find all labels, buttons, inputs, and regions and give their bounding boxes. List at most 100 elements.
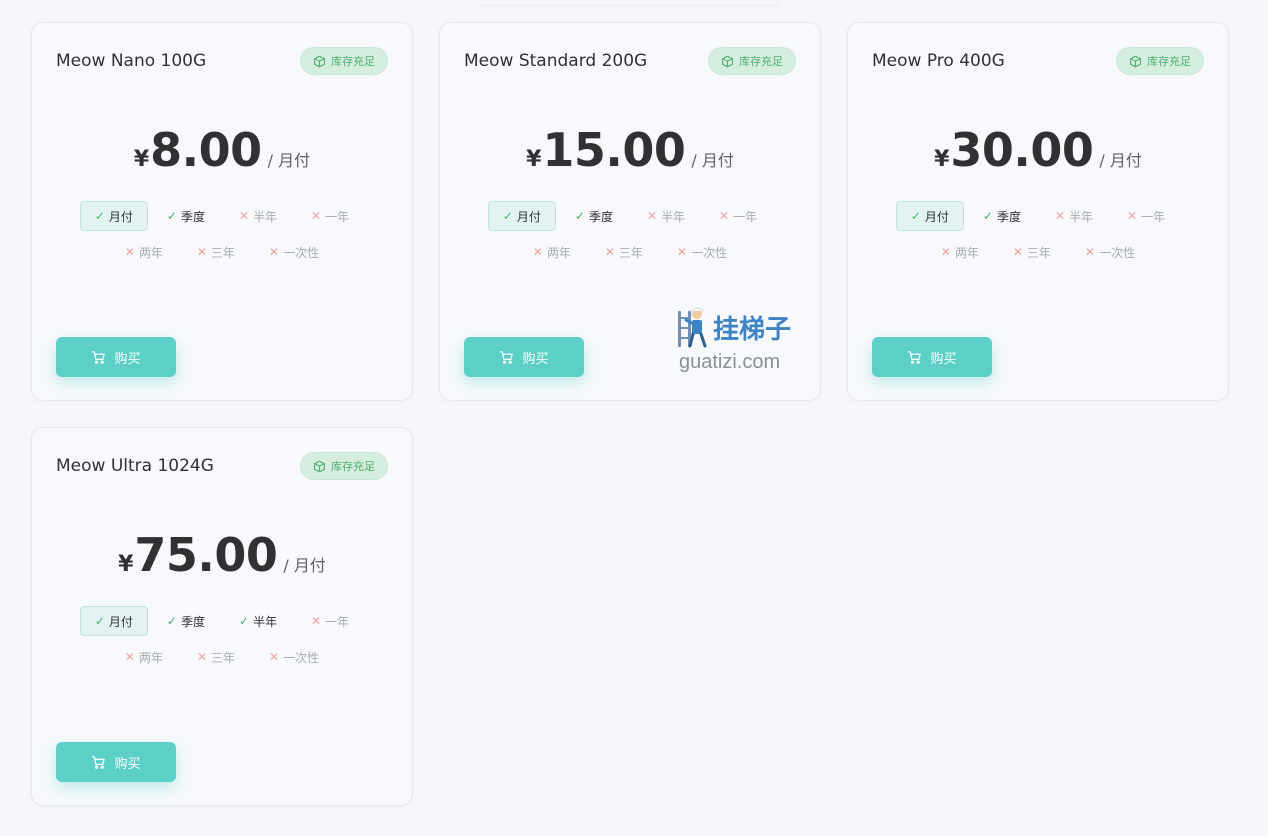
x-icon: ✕ — [124, 245, 135, 259]
cycle-option: ✕ 三年 — [182, 642, 250, 672]
cycle-label: 月付 — [108, 614, 133, 629]
cycle-option: ✕ 一年 — [704, 201, 772, 231]
plan-title: Meow Nano 100G — [56, 51, 207, 71]
box-icon — [314, 55, 325, 67]
cycle-option: ✕ 一次性 — [254, 237, 334, 267]
x-icon: ✕ — [677, 245, 688, 259]
price-period: / 月付 — [691, 151, 734, 170]
watermark-en-text: guatizi.com — [679, 351, 781, 373]
ladder-person-icon — [678, 307, 707, 348]
cycle-option[interactable]: ✓ 季度 — [152, 606, 220, 636]
cycle-label: 两年 — [138, 650, 163, 665]
cycle-label: 一次性 — [283, 650, 320, 665]
cycle-option[interactable]: ✓ 季度 — [968, 201, 1036, 231]
cycle-label: 半年 — [661, 209, 686, 224]
cycle-option[interactable]: ✓ 月付 — [487, 201, 556, 231]
cycle-option: ✕ 半年 — [224, 201, 292, 231]
stock-label: 库存充足 — [1147, 55, 1191, 68]
price-amount: 8.00 — [150, 123, 262, 177]
box-icon — [1130, 55, 1141, 67]
plan-title: Meow Standard 200G — [464, 51, 648, 71]
buy-button[interactable]: 购买 — [56, 742, 176, 782]
cart-icon — [500, 350, 514, 364]
x-icon: ✕ — [1127, 209, 1138, 223]
x-icon: ✕ — [940, 245, 951, 259]
check-icon: ✓ — [502, 209, 513, 223]
x-icon: ✕ — [124, 650, 135, 664]
plan-title: Meow Pro 400G — [872, 51, 1005, 71]
billing-cycles: ✓ 月付 ✓ 季度 ✕ 半年 ✕ 一年 ✕ 两年 ✕ 三年 ✕ 一次性 — [32, 201, 412, 267]
cycle-option: ✕ 一次性 — [662, 237, 742, 267]
currency-symbol: ¥ — [133, 147, 150, 172]
cycle-option: ✕ 半年 — [632, 201, 700, 231]
buy-button[interactable]: 购买 — [56, 337, 176, 377]
cycle-option: ✕ 一年 — [1112, 201, 1180, 231]
cycle-label: 一年 — [733, 209, 758, 224]
buy-label: 购买 — [930, 351, 957, 367]
x-icon: ✕ — [719, 209, 730, 223]
plan-grid: Meow Nano 100G 库存充足 ¥ 8.00 / 月付 ✓ 月付 ✓ 季度 … — [31, 22, 1229, 806]
cycle-label: 两年 — [546, 245, 571, 260]
x-icon: ✕ — [1012, 245, 1024, 259]
x-icon: ✕ — [239, 209, 250, 223]
cycle-option: ✕ 两年 — [518, 237, 586, 267]
billing-cycles: ✓ 月付 ✓ 季度 ✕ 半年 ✕ 一年 ✕ 两年 ✕ 三年 ✕ 一次性 — [848, 201, 1228, 267]
x-icon: ✕ — [269, 650, 280, 664]
cycle-label: 一年 — [325, 614, 350, 629]
cycle-option[interactable]: ✓ 月付 — [79, 201, 148, 231]
currency-symbol: ¥ — [118, 552, 134, 577]
x-icon: ✕ — [311, 209, 322, 223]
cycle-label: 两年 — [954, 245, 979, 260]
cycle-option[interactable]: ✓ 月付 — [79, 606, 148, 636]
cycle-label: 月付 — [516, 209, 541, 224]
check-icon: ✓ — [239, 614, 250, 628]
x-icon: ✕ — [604, 245, 616, 259]
stock-badge: 库存充足 — [1116, 47, 1204, 75]
cycle-label: 半年 — [253, 614, 278, 629]
cycle-label: 季度 — [996, 209, 1021, 224]
cycle-option[interactable]: ✓ 季度 — [560, 201, 628, 231]
x-icon: ✕ — [1085, 245, 1096, 259]
currency-symbol: ¥ — [934, 147, 950, 172]
plan-card: Meow Pro 400G 库存充足 ¥ 30.00 / 月付 ✓ 月付 ✓ 季度 … — [847, 22, 1229, 401]
currency-symbol: ¥ — [526, 147, 542, 172]
cycle-label: 月付 — [108, 209, 133, 224]
x-icon: ✕ — [311, 614, 322, 628]
cycle-option: ✕ 三年 — [182, 237, 250, 267]
cycle-option: ✕ 一年 — [296, 606, 364, 636]
price: ¥ 30.00 / 月付 — [848, 123, 1228, 177]
cycle-option: ✕ 半年 — [1040, 201, 1108, 231]
cycle-option: ✕ 一次性 — [1070, 237, 1150, 267]
buy-button[interactable]: 购买 — [872, 337, 992, 377]
stock-label: 库存充足 — [739, 55, 783, 68]
cycle-option: ✕ 两年 — [926, 237, 994, 267]
watermark-cn-text: 挂梯子 — [713, 315, 792, 345]
price: ¥ 15.00 / 月付 — [440, 123, 820, 177]
price-amount: 75.00 — [134, 528, 278, 582]
plan-card: Meow Nano 100G 库存充足 ¥ 8.00 / 月付 ✓ 月付 ✓ 季度 … — [31, 22, 413, 401]
cycle-label: 三年 — [211, 245, 236, 260]
cycle-label: 三年 — [211, 650, 236, 665]
buy-button[interactable]: 购买 — [464, 337, 584, 377]
price-period: / 月付 — [1099, 151, 1142, 170]
cycle-option[interactable]: ✓ 月付 — [895, 201, 964, 231]
cycle-label: 一年 — [325, 209, 350, 224]
buy-label: 购买 — [114, 756, 141, 772]
check-icon: ✓ — [574, 209, 585, 223]
cycle-label: 月付 — [924, 209, 949, 224]
check-icon: ✓ — [166, 614, 177, 628]
stock-label: 库存充足 — [331, 55, 375, 68]
check-icon: ✓ — [94, 209, 105, 223]
price-period: / 月付 — [267, 151, 311, 170]
cycle-option: ✕ 两年 — [110, 642, 178, 672]
check-icon: ✓ — [166, 209, 177, 223]
price-amount: 15.00 — [542, 123, 686, 177]
cycle-option[interactable]: ✓ 季度 — [152, 201, 220, 231]
cycle-label: 一次性 — [1099, 245, 1136, 260]
price-period: / 月付 — [283, 556, 326, 575]
cycle-option[interactable]: ✓ 半年 — [224, 606, 292, 636]
stock-label: 库存充足 — [331, 460, 375, 473]
price: ¥ 75.00 / 月付 — [32, 528, 412, 582]
cycle-option: ✕ 一年 — [296, 201, 364, 231]
cycle-label: 三年 — [619, 245, 644, 260]
